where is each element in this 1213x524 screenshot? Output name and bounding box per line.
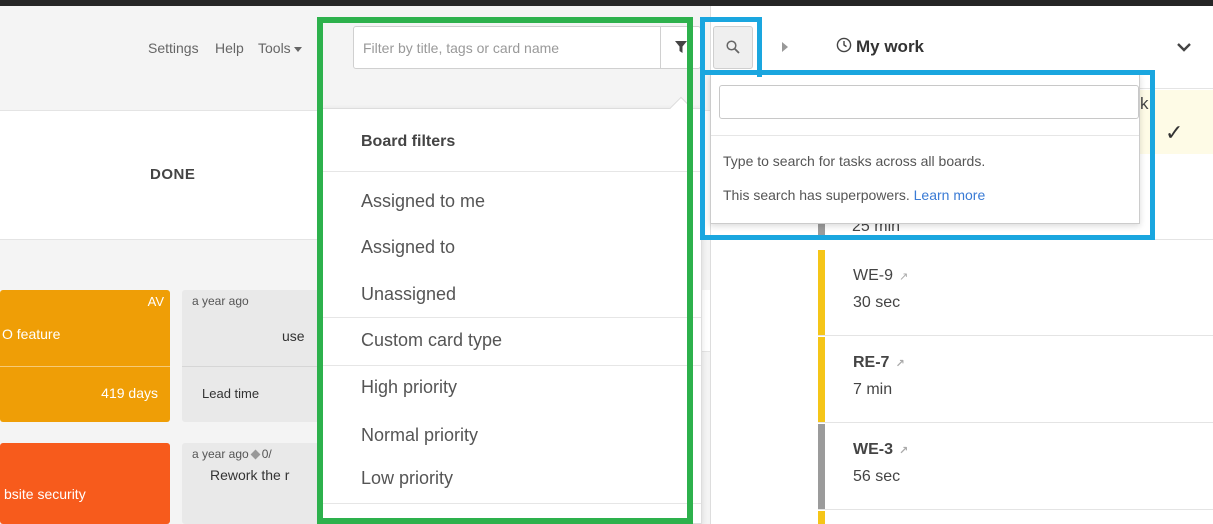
- card-assignee: AV: [147, 294, 164, 309]
- task-color-stripe: [818, 424, 825, 509]
- tools-menu[interactable]: Tools: [258, 40, 302, 56]
- dropdown-separator: [323, 317, 701, 318]
- task-partial-label: k: [1140, 94, 1149, 113]
- my-work-title[interactable]: My work: [856, 37, 924, 57]
- board-filters-heading: Board filters: [361, 133, 456, 150]
- task-time: 56 sec: [853, 468, 901, 485]
- external-link-icon[interactable]: ↗: [899, 270, 908, 283]
- app-root: Settings Help Tools DONE AV O feature 41…: [0, 0, 1213, 524]
- search-superpowers-text: This search has superpowers. Learn more: [723, 187, 985, 203]
- search-icon: [726, 40, 740, 54]
- task-color-stripe: [818, 337, 825, 422]
- chevron-down-icon[interactable]: [1176, 42, 1192, 52]
- task-id-text: WE-3: [853, 441, 893, 458]
- filter-assigned-to-me[interactable]: Assigned to me: [361, 191, 485, 212]
- external-link-icon[interactable]: ↗: [895, 357, 904, 370]
- card-meta: a year ago 0/: [192, 447, 272, 461]
- external-link-icon[interactable]: ↗: [899, 444, 908, 457]
- clock-icon: [836, 37, 852, 53]
- card-title: O feature: [2, 326, 61, 342]
- filter-assigned-to[interactable]: Assigned to: [361, 237, 455, 258]
- filter-button[interactable]: [660, 27, 701, 68]
- task-id-text: WE-9: [853, 267, 893, 284]
- filter-low-priority[interactable]: Low priority: [361, 468, 453, 489]
- tag-icon: [250, 449, 261, 460]
- filter-unassigned[interactable]: Unassigned: [361, 284, 456, 305]
- filter-normal-priority[interactable]: Normal priority: [361, 425, 478, 446]
- learn-more-link[interactable]: Learn more: [914, 187, 986, 203]
- task-color-stripe: [818, 250, 825, 335]
- task-id-text: RE-7: [853, 354, 890, 371]
- card-meta: a year ago: [192, 294, 249, 308]
- card-divider: [0, 366, 170, 367]
- dropdown-separator: [323, 171, 701, 172]
- filter-custom-card-type[interactable]: Custom card type: [361, 330, 502, 351]
- board-filters-dropdown: Board filters Assigned to me Assigned to…: [322, 96, 702, 524]
- task-id: WE-9 ↗: [853, 267, 908, 285]
- help-link[interactable]: Help: [215, 40, 244, 56]
- search-superpowers-prefix: This search has superpowers.: [723, 187, 914, 203]
- task-row[interactable]: [818, 511, 1213, 524]
- task-row[interactable]: RE-7 ↗ 7 min: [818, 337, 1213, 423]
- task-time: 7 min: [853, 381, 893, 398]
- task-time: 30 sec: [853, 294, 901, 311]
- settings-link[interactable]: Settings: [148, 40, 199, 56]
- global-search-input[interactable]: [719, 85, 1139, 119]
- column-title-done: DONE: [150, 166, 196, 183]
- card-lead-time: Lead time: [202, 386, 260, 401]
- dropdown-separator: [323, 365, 701, 366]
- collapse-panel-icon[interactable]: [782, 42, 788, 52]
- filter-high-priority[interactable]: High priority: [361, 377, 457, 398]
- filter-input[interactable]: [354, 27, 660, 68]
- task-row[interactable]: WE-3 ↗ 56 sec: [818, 424, 1213, 510]
- task-color-stripe: [818, 511, 825, 524]
- dropdown-separator: [323, 503, 701, 504]
- card-gray-1[interactable]: a year ago use Lead time: [182, 290, 322, 422]
- popover-separator: [711, 135, 1139, 136]
- check-icon[interactable]: ✓: [1165, 120, 1183, 146]
- card-security[interactable]: bsite security: [0, 443, 170, 524]
- card-divider: [182, 366, 322, 367]
- card-meta-age: a year ago: [192, 447, 249, 461]
- card-title: use: [282, 328, 305, 344]
- funnel-icon: [675, 41, 687, 53]
- task-row[interactable]: WE-9 ↗ 30 sec: [818, 250, 1213, 336]
- task-id: WE-3 ↗: [853, 441, 908, 459]
- card-feature[interactable]: AV O feature 419 days: [0, 290, 170, 422]
- search-button[interactable]: [713, 26, 753, 69]
- filter-box: [353, 26, 701, 69]
- card-title: bsite security: [4, 486, 86, 502]
- search-hint: Type to search for tasks across all boar…: [723, 153, 986, 169]
- card-gray-2[interactable]: a year ago 0/ Rework the r: [182, 443, 322, 524]
- task-id: RE-7 ↗: [853, 354, 905, 372]
- card-days: 419 days: [101, 385, 158, 401]
- card-counter: 0/: [261, 447, 272, 461]
- global-search-popover: Type to search for tasks across all boar…: [710, 74, 1140, 224]
- card-title: Rework the r: [210, 467, 290, 483]
